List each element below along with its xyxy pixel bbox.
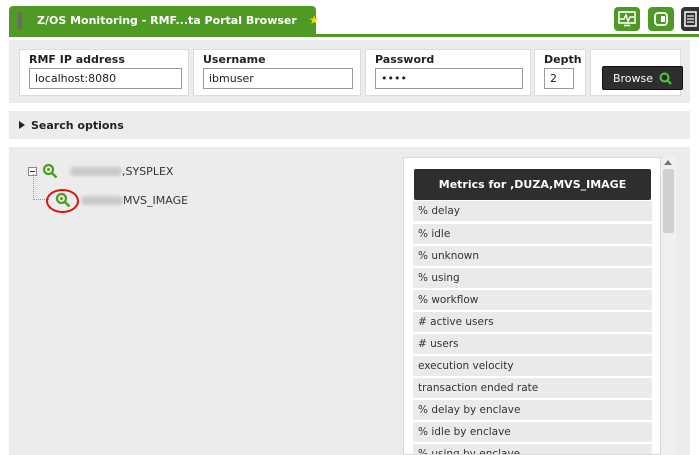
metric-item[interactable]: # active users: [413, 312, 652, 332]
metric-item[interactable]: # users: [413, 334, 652, 354]
highlight-annotation: [46, 189, 79, 213]
expand-arrow-icon: [19, 121, 25, 129]
metric-item[interactable]: % idle by enclave: [413, 422, 652, 442]
portal-tab[interactable]: Z/OS Monitoring - RMF...ta Portal Browse…: [9, 6, 320, 34]
redacted-name: [70, 166, 122, 176]
star-icon[interactable]: ★: [309, 13, 320, 27]
search-options-toggle[interactable]: Search options: [9, 111, 690, 139]
metric-item[interactable]: % delay: [413, 201, 652, 221]
plug-icon: [654, 12, 668, 26]
search-options-label: Search options: [31, 118, 124, 132]
depth-field-group: Depth: [534, 49, 586, 96]
scroll-thumb[interactable]: [663, 169, 674, 233]
connect-button[interactable]: [648, 7, 674, 31]
depth-input[interactable]: [544, 68, 574, 89]
tab-title: Z/OS Monitoring - RMF...ta Portal Browse…: [37, 13, 297, 27]
password-field-group: Password: [365, 49, 531, 96]
tab-underline: [9, 34, 699, 37]
browse-button[interactable]: Browse: [602, 66, 683, 90]
ip-field-group: RMF IP address: [19, 49, 189, 96]
tree-node-sysplex[interactable]: ,SYSPLEX: [28, 163, 173, 179]
tree-node-mvs-image-label: MVS_IMAGE: [123, 193, 189, 207]
password-input[interactable]: [375, 68, 523, 89]
redacted-name: [81, 195, 123, 205]
metric-item[interactable]: % using by enclave: [413, 444, 652, 454]
monitor-icon: [618, 11, 636, 27]
tree-connector: [33, 174, 34, 198]
username-input[interactable]: [203, 68, 353, 89]
ip-input[interactable]: [29, 68, 182, 89]
metrics-header: Metrics for ,DUZA,MVS_IMAGE: [414, 169, 651, 200]
password-label: Password: [375, 53, 435, 66]
document-icon: [684, 11, 697, 27]
browse-group: Browse: [590, 49, 683, 96]
metric-item[interactable]: execution velocity: [413, 356, 652, 376]
tree-node-sysplex-label: ,SYSPLEX: [122, 164, 174, 178]
metric-item[interactable]: % delay by enclave: [413, 400, 652, 420]
metrics-panel: Metrics for ,DUZA,MVS_IMAGE % delay % id…: [403, 157, 661, 455]
ip-label: RMF IP address: [29, 53, 125, 66]
browse-label: Browse: [612, 71, 654, 85]
connection-form: RMF IP address Username Password Depth B…: [9, 40, 690, 103]
monitor-button[interactable]: [614, 7, 640, 31]
metric-item[interactable]: % unknown: [413, 246, 652, 266]
metric-item[interactable]: transaction ended rate: [413, 378, 652, 398]
depth-label: Depth: [544, 53, 582, 66]
metrics-scrollbar[interactable]: [661, 157, 676, 455]
metric-item[interactable]: % using: [413, 268, 652, 288]
app-icon: [18, 11, 22, 29]
search-icon[interactable]: [42, 163, 58, 179]
scroll-up-icon[interactable]: [664, 160, 672, 165]
metric-item[interactable]: % idle: [413, 224, 652, 244]
metric-item[interactable]: % workflow: [413, 290, 652, 310]
document-button[interactable]: [681, 7, 699, 31]
username-label: Username: [203, 53, 266, 66]
top-bar: Z/OS Monitoring - RMF...ta Portal Browse…: [0, 0, 699, 38]
search-icon: [659, 72, 672, 85]
username-field-group: Username: [193, 49, 361, 96]
